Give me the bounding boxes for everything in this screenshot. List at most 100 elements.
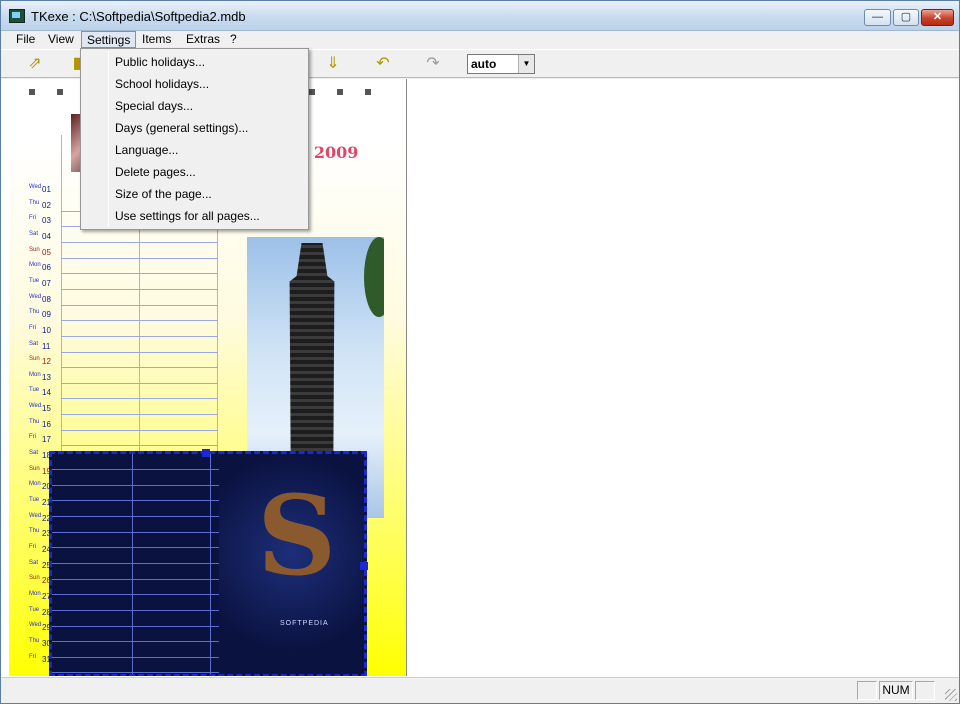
grid-line [52,515,219,517]
menu-item-language[interactable]: Language... [115,139,178,161]
chevron-down-icon[interactable]: ▼ [518,55,534,73]
grid-line [52,609,219,611]
day-label: Sat 11 [29,340,65,354]
weekday-name: Thu [29,637,40,644]
day-label: Wed 15 [29,402,65,416]
day-number: 12 [42,357,51,367]
menu-items[interactable]: Items [137,31,176,48]
day-label: Mon 13 [29,371,65,385]
resize-grip-icon[interactable] [945,689,957,701]
selected-image[interactable]: S SOFTPEDIA [49,449,368,676]
menu-extras[interactable]: Extras [181,31,225,48]
day-label: Thu 16 [29,418,65,432]
weekday-name: Sun [29,575,40,582]
weekday-name: Thu [29,309,40,316]
title-bar[interactable]: TKexe : C:\Softpedia\Softpedia2.mdb — ▢ … [1,1,959,31]
menu-settings[interactable]: Settings [81,31,137,48]
day-number: 08 [42,294,51,304]
undo-icon[interactable]: ↶ [373,54,393,74]
minimize-button[interactable]: — [864,9,891,26]
weekday-name: Fri [29,653,36,660]
day-label: Sat 04 [29,230,65,244]
weekday-name: Tue [29,387,40,394]
weekday-name: Tue [29,497,40,503]
calendar-row [61,415,218,431]
day-label: Sun 05 [29,246,65,260]
grid-line [52,531,219,533]
resize-handle-right[interactable] [360,562,368,570]
grid-line [52,469,219,470]
menu-help[interactable]: ? [225,31,242,48]
calendar-row [61,306,218,322]
settings-dropdown: Public holidays... School holidays... Sp… [80,48,309,230]
app-icon[interactable] [9,9,25,23]
tree-graphic [364,237,384,317]
day-label: Thu 09 [29,308,65,322]
calendar-row [61,399,218,416]
day-number: 09 [42,310,51,320]
day-number: 01 [42,185,51,194]
weekday-name: Mon [29,262,41,269]
weekday-name: Sun [29,465,40,472]
grid-line [52,641,219,643]
grid-line [52,672,219,674]
day-label: Tue 14 [29,386,65,400]
grid-line [132,454,133,674]
weekday-name: Thu [29,528,40,535]
weekday-name: Fri [29,434,36,441]
menu-item-page-size[interactable]: Size of the page... [115,183,212,205]
weekday-name: Fri [29,215,36,222]
menu-file[interactable]: File [11,31,40,48]
menu-item-special-days[interactable]: Special days... [115,95,193,117]
weekday-name: Thu [29,199,40,206]
menu-item-school-holidays[interactable]: School holidays... [115,73,209,95]
status-bar: NUM [1,677,959,703]
weekday-name: Wed [29,184,42,190]
weekday-name: Sat [29,340,39,347]
day-number: 17 [42,435,51,445]
app-window: TKexe : C:\Softpedia\Softpedia2.mdb — ▢ … [0,0,960,704]
weekday-name: Sat [29,450,39,457]
weekday-name: Fri [29,543,36,550]
day-label: Fri 03 [29,214,65,228]
grid-line [52,656,219,658]
weekday-name: Wed [29,512,42,519]
weekday-name: Mon [29,371,41,378]
window-title: TKexe : C:\Softpedia\Softpedia2.mdb [31,9,246,24]
export-icon[interactable]: ⇗ [25,54,45,74]
grid-line [52,562,219,564]
status-panel-caps [857,681,877,700]
menu-gutter [108,51,109,227]
grid-line [52,594,219,596]
redo-icon[interactable]: ↷ [423,54,443,74]
grid-line [210,454,211,674]
day-number: 10 [42,325,51,335]
resize-handle-top[interactable] [202,449,210,457]
menu-item-delete-pages[interactable]: Delete pages... [115,161,196,183]
calendar-row [61,274,218,290]
calendar-row [61,337,218,353]
menu-item-days-general[interactable]: Days (general settings)... [115,117,248,139]
zoom-select[interactable]: auto ▼ [467,54,535,74]
weekday-name: Sat [29,559,39,566]
calendar-row [61,431,218,447]
arrow-down-icon[interactable]: ⇓ [323,54,343,74]
poster-logo: S [257,471,337,600]
day-label: Sun 12 [29,355,65,369]
maximize-button[interactable]: ▢ [893,9,919,26]
close-button[interactable]: ✕ [921,9,954,26]
day-number: 15 [42,404,51,414]
weekday-name: Sat [29,230,39,237]
menu-view[interactable]: View [43,31,79,48]
calendar-row [61,243,218,259]
day-number: 11 [42,341,51,351]
grid-line [52,578,219,580]
day-label: Tue 07 [29,277,65,291]
weekday-name: Sun [29,356,40,363]
grid-line [52,500,219,502]
day-label: Thu 02 [29,199,65,213]
menu-item-public-holidays[interactable]: Public holidays... [115,51,205,73]
menu-item-apply-all[interactable]: Use settings for all pages... [115,205,260,227]
grid-line [52,547,219,549]
day-number: 06 [42,263,51,273]
